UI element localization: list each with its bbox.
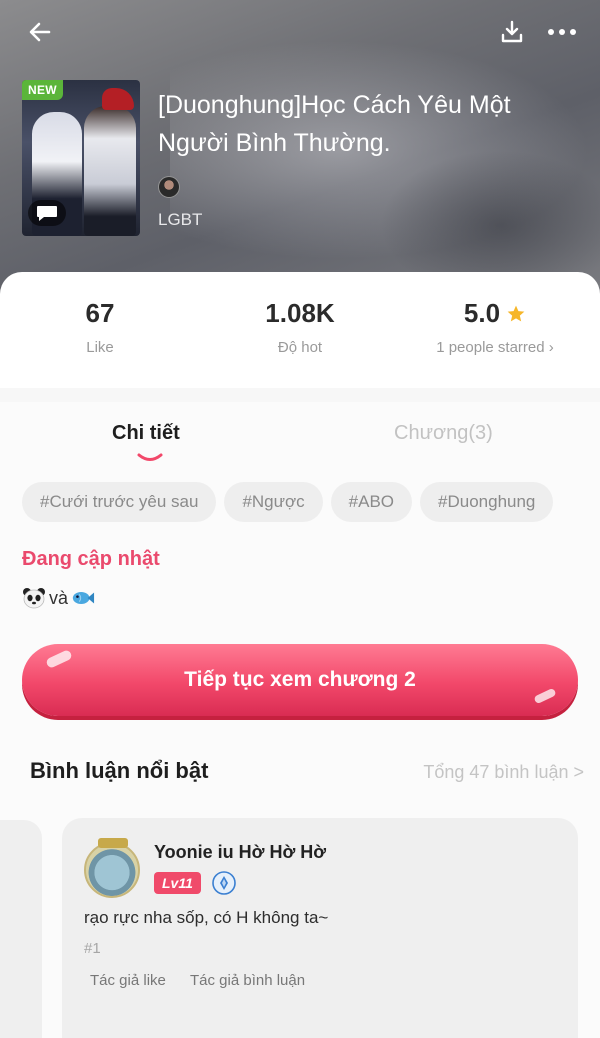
new-badge: NEW	[22, 80, 63, 100]
panda-icon	[22, 586, 46, 610]
continue-reading-label: Tiếp tục xem chương 2	[184, 668, 416, 691]
like-label: Like	[86, 339, 114, 356]
verified-shield-icon	[212, 871, 236, 895]
comment-index: #1	[84, 940, 101, 957]
book-detail-main: Chi tiết Chương(3) #Cưới trước yêu sau #N…	[0, 402, 600, 1038]
tag-item[interactable]: #ABO	[330, 482, 413, 522]
chat-badge	[28, 200, 66, 226]
author-avatar[interactable]	[158, 176, 180, 198]
tag-list: #Cưới trước yêu sau #Ngược #ABO #Duonghung	[22, 482, 578, 524]
book-title: [Duonghung]Học Cách Yêu Một Người Bình T…	[158, 91, 511, 157]
author-replied-tag: Tác giả bình luận	[190, 972, 306, 989]
rating-stat[interactable]: 5.0 1 people starred ›	[420, 298, 570, 356]
fish-icon	[71, 586, 95, 610]
tag-item[interactable]: #Ngược	[224, 482, 323, 522]
stats-card: 67 Like 1.08K Độ hot 5.0 1 people starre…	[0, 272, 600, 388]
download-button[interactable]	[494, 14, 530, 50]
tab-active-indicator	[137, 453, 163, 461]
cover-hat	[102, 88, 134, 110]
level-badge: Lv11	[154, 872, 201, 894]
like-stat: 67 Like	[40, 298, 160, 356]
more-options-button[interactable]	[542, 14, 582, 50]
featured-comments-title: Bình luận nổi bật	[30, 758, 209, 783]
update-status: Đang cập nhật	[22, 548, 160, 570]
book-description: và	[22, 586, 95, 610]
tab-details[interactable]: Chi tiết	[112, 422, 180, 445]
star-icon	[507, 305, 525, 321]
button-shine	[533, 687, 557, 705]
all-comments-link[interactable]: Tổng 47 bình luận >	[423, 762, 584, 783]
commenter-avatar[interactable]	[84, 838, 140, 898]
commenter-name[interactable]: Yoonie iu Hờ Hờ Hờ	[154, 842, 326, 863]
like-count: 67	[85, 298, 115, 328]
hot-count: 1.08K	[265, 298, 335, 328]
comment-text: rạo rực nha sốp, có H không ta~	[84, 908, 329, 927]
download-icon	[501, 20, 523, 43]
rating-label: 1 people starred ›	[436, 339, 554, 356]
more-dots-icon	[548, 29, 576, 35]
rating-value-row: 5.0	[420, 298, 570, 329]
tab-chapters[interactable]: Chương(3)	[394, 422, 493, 445]
continue-reading-button[interactable]: Tiếp tục xem chương 2	[22, 644, 578, 716]
chat-bubble-icon	[37, 206, 57, 221]
hot-label: Độ hot	[277, 339, 323, 356]
arrow-left-icon	[29, 22, 51, 42]
avatar-frame-crown	[98, 838, 128, 848]
back-button[interactable]	[22, 14, 58, 50]
tag-item[interactable]: #Cưới trước yêu sau	[22, 482, 217, 522]
tag-item[interactable]: #Duonghung	[420, 482, 554, 522]
book-header: NEW [Duonghung]Học Cách Yêu Một Người Bì…	[0, 0, 600, 300]
rating-value: 5.0	[463, 298, 501, 328]
cover-figure-right	[84, 106, 136, 236]
book-cover[interactable]: NEW	[22, 80, 140, 236]
description-text: và	[49, 587, 69, 608]
comment-card[interactable]: Yoonie iu Hờ Hờ Hờ Lv11 rạo rực nha sốp,…	[62, 818, 578, 1038]
hot-stat: 1.08K Độ hot	[220, 298, 380, 356]
book-genre[interactable]: LGBT	[158, 210, 202, 230]
comment-card-previous[interactable]	[0, 820, 42, 1038]
button-shine	[45, 648, 73, 670]
author-liked-tag: Tác giả like	[90, 972, 166, 989]
